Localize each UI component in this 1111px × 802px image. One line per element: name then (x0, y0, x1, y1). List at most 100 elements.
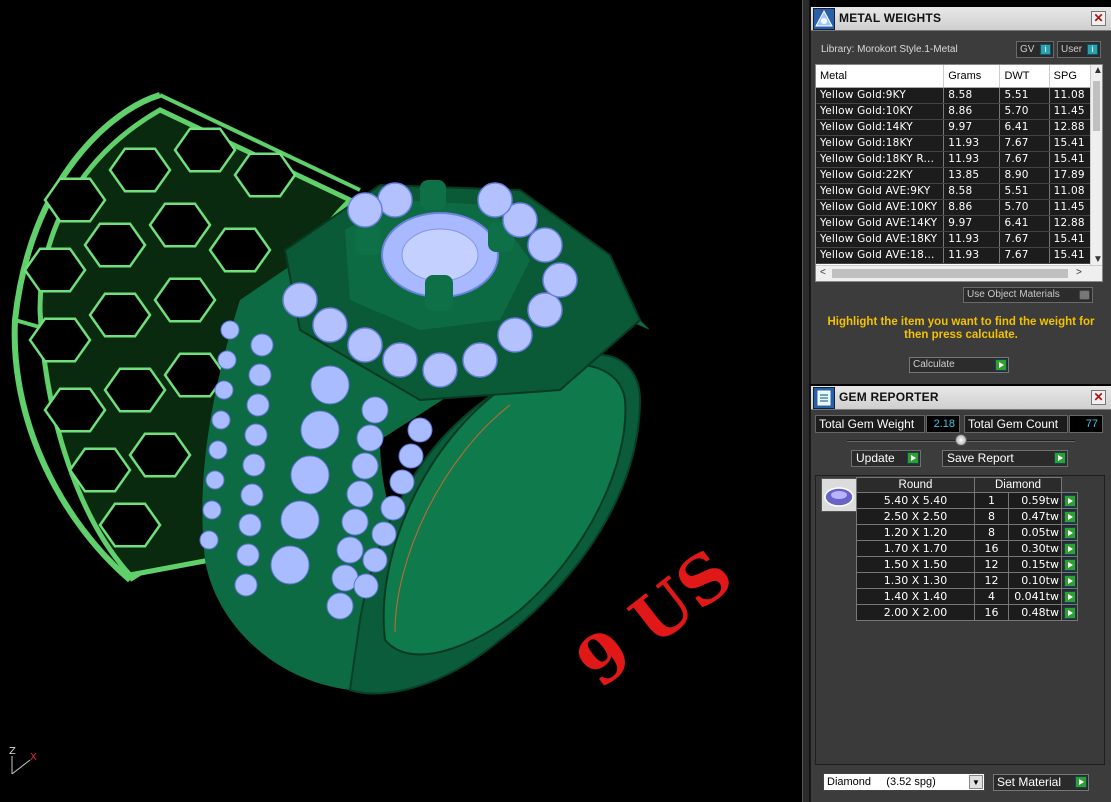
diamond-stone (336, 536, 364, 564)
metal-row[interactable]: Yellow Gold AVE:10KY 8.86 5.70 11.45 (816, 199, 1102, 216)
metal-row[interactable]: Yellow Gold:18KY 11.93 7.67 15.41 (816, 135, 1102, 152)
panel-splitter[interactable] (802, 0, 810, 802)
gem-count-cell: 8 (974, 508, 1009, 525)
gem-reporter-icon (813, 387, 835, 409)
grams-cell: 11.93 (943, 135, 1001, 152)
total-gem-count-value: 77 (1069, 415, 1103, 433)
honeycomb-cell (173, 127, 237, 173)
horizontal-scrollbar[interactable]: < > (816, 265, 1102, 281)
play-icon (1075, 776, 1087, 788)
metal-row[interactable]: Yellow Gold:18KY R... 11.93 7.67 15.41 (816, 151, 1102, 168)
material-select-value: Diamond (3.52 spg) (827, 776, 936, 788)
scroll-up-icon[interactable]: ▲ (1093, 65, 1102, 76)
halo-diamond (377, 182, 413, 218)
gem-weight-cell: 0.041tw (1008, 588, 1062, 605)
halo-diamond (542, 262, 578, 298)
metal-row[interactable]: Yellow Gold AVE:18... 11.93 7.67 15.41 (816, 247, 1102, 264)
diamond-stone (371, 521, 397, 547)
halo-diamond (527, 292, 563, 328)
gem-size-cell: 2.00 X 2.00 (856, 604, 975, 621)
diamond-stone (236, 543, 260, 567)
gem-count-cell: 1 (974, 492, 1009, 509)
halo-diamond (422, 352, 458, 388)
scroll-left-icon[interactable]: < (820, 267, 826, 278)
gem-row: 1.40 X 1.40 4 0.041tw (856, 588, 1078, 605)
total-gem-count-label: Total Gem Count (964, 415, 1068, 433)
metal-table[interactable]: Metal Grams DWT SPG Yellow Gold:9KY 8.58 5… (815, 64, 1103, 282)
diamond-stone (244, 423, 268, 447)
gv-toggle[interactable]: GV i (1016, 41, 1054, 58)
select-gem-button[interactable] (1061, 572, 1078, 589)
dwt-cell: 5.51 (999, 183, 1050, 200)
metal-row[interactable]: Yellow Gold AVE:14KY 9.97 6.41 12.88 (816, 215, 1102, 232)
halo-diamond (282, 282, 318, 318)
total-gem-weight-value: 2.18 (926, 415, 960, 433)
grams-cell: 8.86 (943, 103, 1001, 120)
scroll-thumb[interactable] (1093, 81, 1100, 131)
gem-row: 5.40 X 5.40 1 0.59tw (856, 492, 1078, 509)
gem-reporter-header: GEM REPORTER ✕ (811, 386, 1111, 410)
update-button[interactable]: Update (851, 450, 921, 467)
select-gem-button[interactable] (1061, 604, 1078, 621)
gem-weight-cell: 0.05tw (1008, 524, 1062, 541)
use-object-materials-toggle[interactable]: Use Object Materials (963, 287, 1093, 303)
gem-weight-cell: 0.48tw (1008, 604, 1062, 621)
metal-row[interactable]: Yellow Gold AVE:18KY 11.93 7.67 15.41 (816, 231, 1102, 248)
play-icon (907, 452, 919, 464)
scroll-down-icon[interactable]: ▼ (1093, 254, 1102, 265)
honeycomb-cell (233, 152, 297, 198)
select-gem-button[interactable] (1061, 540, 1078, 557)
col-header-grams[interactable]: Grams (943, 65, 1001, 88)
select-gem-button[interactable] (1061, 508, 1078, 525)
metal-row[interactable]: Yellow Gold AVE:9KY 8.58 5.51 11.08 (816, 183, 1102, 200)
diamond-stone (353, 573, 379, 599)
halo-diamond (527, 227, 563, 263)
metal-row[interactable]: Yellow Gold:10KY 8.86 5.70 11.45 (816, 103, 1102, 120)
diamond-stone (246, 393, 270, 417)
slider-handle[interactable] (955, 434, 967, 446)
grams-cell: 9.97 (943, 119, 1001, 136)
diamond-stone (341, 508, 369, 536)
diamond-stone (398, 443, 424, 469)
select-gem-button[interactable] (1061, 524, 1078, 541)
metal-row[interactable]: Yellow Gold:22KY 13.85 8.90 17.89 (816, 167, 1102, 184)
diamond-stone (407, 417, 433, 443)
calculate-button[interactable]: Calculate (909, 357, 1009, 373)
gem-size-cell: 1.30 X 1.30 (856, 572, 975, 589)
col-header-dwt[interactable]: DWT (999, 65, 1050, 88)
close-icon[interactable]: ✕ (1091, 390, 1106, 405)
calculate-label: Calculate (913, 359, 955, 370)
save-report-button[interactable]: Save Report (942, 450, 1068, 467)
round-diamond-icon[interactable] (821, 478, 857, 512)
col-header-metal[interactable]: Metal (816, 65, 945, 88)
play-icon (1064, 575, 1076, 587)
h-scroll-thumb[interactable] (832, 269, 1068, 278)
user-toggle[interactable]: User i (1057, 41, 1101, 58)
gem-row: 2.50 X 2.50 8 0.47tw (856, 508, 1078, 525)
diamond-stone (356, 424, 384, 452)
diamond-stone (208, 440, 228, 460)
material-select[interactable]: Diamond (3.52 spg) ▼ (823, 773, 985, 791)
select-gem-button[interactable] (1061, 492, 1078, 509)
scroll-right-icon[interactable]: > (1076, 267, 1082, 278)
gem-count-cell: 16 (974, 540, 1009, 557)
diamond-stone (238, 513, 262, 537)
halo-diamond (477, 182, 513, 218)
play-icon (1064, 511, 1076, 523)
toggle-indicator (1079, 290, 1090, 300)
diamond-stone (199, 530, 219, 550)
3d-viewport[interactable]: 9 US Z X (0, 0, 802, 802)
set-material-button[interactable]: Set Material (993, 774, 1089, 791)
diamond-stone (242, 453, 266, 477)
diamond-stone (205, 470, 225, 490)
honeycomb-cell (43, 177, 107, 223)
select-gem-button[interactable] (1061, 588, 1078, 605)
halo-diamond (312, 307, 348, 343)
play-icon (1064, 591, 1076, 603)
metal-row[interactable]: Yellow Gold:9KY 8.58 5.51 11.08 (816, 87, 1102, 104)
select-gem-button[interactable] (1061, 556, 1078, 573)
gem-row: 2.00 X 2.00 16 0.48tw (856, 604, 1078, 621)
close-icon[interactable]: ✕ (1091, 11, 1106, 26)
vertical-scrollbar[interactable]: ▲ ▼ (1090, 65, 1102, 265)
metal-row[interactable]: Yellow Gold:14KY 9.97 6.41 12.88 (816, 119, 1102, 136)
